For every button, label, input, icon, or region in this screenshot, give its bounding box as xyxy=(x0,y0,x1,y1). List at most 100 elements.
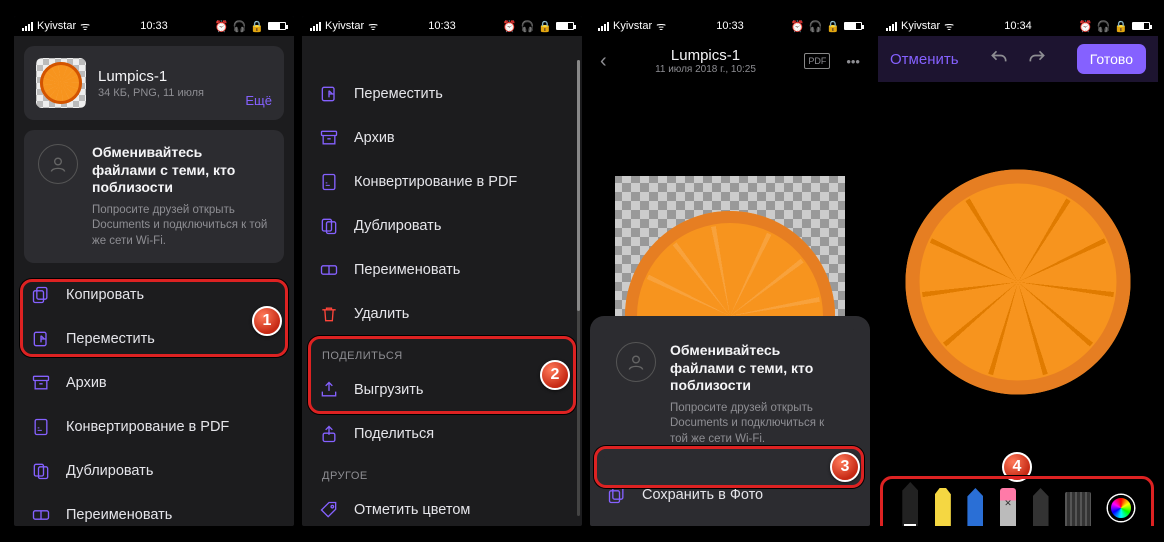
actions-menu: Копировать Переместить Архив Конвертиров… xyxy=(20,273,288,526)
alarm-icon: ⏰ xyxy=(215,20,229,33)
battery-icon xyxy=(844,22,862,30)
wifi-icon: ᯤ xyxy=(368,19,378,34)
headphones-icon: 🎧 xyxy=(521,20,535,33)
action-label: Копировать xyxy=(66,287,144,303)
action-tag[interactable]: Отметить цветом xyxy=(308,488,576,526)
alarm-icon: ⏰ xyxy=(503,20,517,33)
action-upload[interactable]: Выгрузить xyxy=(308,368,576,412)
action-move[interactable]: Переместить xyxy=(20,317,288,361)
duplicate-icon xyxy=(318,215,340,237)
action-rename[interactable]: Переименовать xyxy=(308,248,576,292)
file-thumbnail xyxy=(36,58,86,108)
file-meta: 34 КБ, PNG, 11 июля xyxy=(98,87,204,99)
eraser-tool[interactable] xyxy=(1000,488,1016,526)
actions-menu: Переместить Архив Конвертирование в PDF … xyxy=(308,72,576,526)
pencil-tool[interactable] xyxy=(967,488,983,526)
nearby-share-sub: Попросите друзей открыть Documents и под… xyxy=(670,401,844,448)
screen-file-menu: Kyivstarᯤ 10:33 ⏰🎧🔒 Lumpics-1 34 КБ, PNG… xyxy=(14,16,294,526)
action-duplicate[interactable]: Дублировать xyxy=(308,204,576,248)
action-share[interactable]: Поделиться xyxy=(308,412,576,456)
callout-badge-3: 3 xyxy=(830,452,860,482)
file-name: Lumpics-1 xyxy=(98,68,204,85)
wifi-icon: ᯤ xyxy=(80,19,90,34)
nearby-share-title: Обменивайтесь файлами с теми, кто поблиз… xyxy=(92,144,270,197)
headphones-icon: 🎧 xyxy=(1097,20,1111,33)
action-pdf[interactable]: Конвертирование в PDF xyxy=(20,405,288,449)
nearby-share-title: Обменивайтесь файлами с теми, кто поблиз… xyxy=(670,342,844,395)
lock-icon: 🔒 xyxy=(826,20,840,33)
action-move[interactable]: Переместить xyxy=(308,72,576,116)
headphones-icon: 🎧 xyxy=(809,20,823,33)
pdf-icon xyxy=(30,416,52,438)
more-icon[interactable]: ••• xyxy=(846,54,860,69)
action-label: Удалить xyxy=(354,306,409,322)
archive-icon xyxy=(318,127,340,149)
image-preview xyxy=(615,176,845,316)
move-icon xyxy=(318,83,340,105)
editor-toolbar: Отменить Готово xyxy=(878,36,1158,82)
archive-icon xyxy=(30,372,52,394)
highlighter-tool[interactable] xyxy=(935,488,951,526)
action-label: Архив xyxy=(354,130,395,146)
screen-share-menu: Kyivstarᯤ 10:33 ⏰🎧🔒 Переместить Архив Ко… xyxy=(302,16,582,526)
markup-tool-palette xyxy=(884,480,1152,526)
trash-icon xyxy=(318,303,340,325)
action-info[interactable]: Инфо xyxy=(596,517,864,526)
alarm-icon: ⏰ xyxy=(1079,20,1093,33)
cancel-button[interactable]: Отменить xyxy=(890,51,959,68)
screen-editor: Kyivstarᯤ 10:34 ⏰🎧🔒 Отменить Готово 4 xyxy=(878,16,1158,526)
action-label: Архив xyxy=(66,375,107,391)
canvas-image[interactable] xyxy=(906,170,1131,395)
status-bar: Kyivstarᯤ 10:34 ⏰🎧🔒 xyxy=(878,16,1158,36)
action-label: Переименовать xyxy=(66,507,172,523)
action-label: Переименовать xyxy=(354,262,460,278)
lasso-tool[interactable] xyxy=(1033,488,1049,526)
section-header-share: ПОДЕЛИТЬСЯ xyxy=(308,336,576,368)
action-delete[interactable]: Удалить xyxy=(308,292,576,336)
lock-icon: 🔒 xyxy=(1114,20,1128,33)
action-duplicate[interactable]: Дублировать xyxy=(20,449,288,493)
export-pdf-icon[interactable]: PDF xyxy=(804,53,830,69)
battery-icon xyxy=(268,22,286,30)
status-bar: Kyivstarᯤ 10:33 ⏰🎧🔒 xyxy=(302,16,582,36)
nearby-share-card[interactable]: Обменивайтесь файлами с теми, кто поблиз… xyxy=(602,328,858,461)
callout-badge-4: 4 xyxy=(1002,452,1032,482)
action-pdf[interactable]: Конвертирование в PDF xyxy=(308,160,576,204)
upload-icon xyxy=(318,379,340,401)
screen-preview: Kyivstarᯤ 10:33 ⏰🎧🔒 ‹ Lumpics-1 11 июля … xyxy=(590,16,870,526)
callout-badge-1: 1 xyxy=(252,306,282,336)
action-copy[interactable]: Копировать xyxy=(20,273,288,317)
nearby-share-card[interactable]: Обменивайтесь файлами с теми, кто поблиз… xyxy=(24,130,284,263)
wifi-icon: ᯤ xyxy=(944,19,954,34)
action-archive[interactable]: Архив xyxy=(20,361,288,405)
action-label: Выгрузить xyxy=(354,382,423,398)
lock-icon: 🔒 xyxy=(250,20,264,33)
ruler-tool[interactable] xyxy=(1065,492,1091,526)
callout-badge-2: 2 xyxy=(540,360,570,390)
undo-button[interactable] xyxy=(989,48,1009,71)
action-save-photo[interactable]: Сохранить в Фото xyxy=(596,473,864,517)
status-bar: Kyivstarᯤ 10:33 ⏰🎧🔒 xyxy=(14,16,294,36)
action-archive[interactable]: Архив xyxy=(308,116,576,160)
action-label: Поделиться xyxy=(354,426,434,442)
scrollbar[interactable] xyxy=(577,60,580,516)
pen-tool[interactable] xyxy=(902,482,918,526)
person-icon xyxy=(38,144,78,184)
pdf-icon xyxy=(318,171,340,193)
carrier-label: Kyivstar xyxy=(613,20,652,32)
redo-button[interactable] xyxy=(1027,48,1047,71)
action-label: Переместить xyxy=(354,86,443,102)
carrier-label: Kyivstar xyxy=(901,20,940,32)
done-button[interactable]: Готово xyxy=(1077,44,1146,74)
action-label: Переместить xyxy=(66,331,155,347)
move-icon xyxy=(30,328,52,350)
back-button[interactable]: ‹ xyxy=(600,50,607,73)
status-bar: Kyivstarᯤ 10:33 ⏰🎧🔒 xyxy=(590,16,870,36)
action-rename[interactable]: Переименовать xyxy=(20,493,288,526)
action-label: Конвертирование в PDF xyxy=(354,174,517,190)
more-link[interactable]: Ещё xyxy=(245,93,272,108)
rename-icon xyxy=(30,504,52,526)
action-label: Дублировать xyxy=(66,463,153,479)
share-icon xyxy=(318,423,340,445)
color-picker[interactable] xyxy=(1108,495,1134,521)
